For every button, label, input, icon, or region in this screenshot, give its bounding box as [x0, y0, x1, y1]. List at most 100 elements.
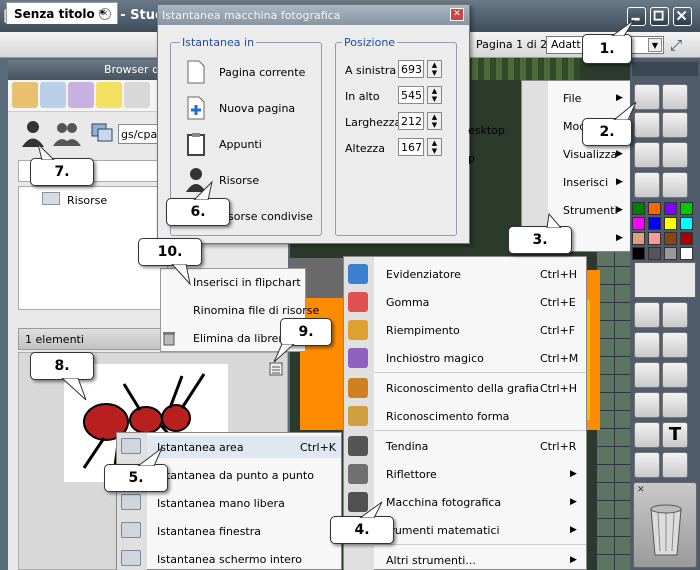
tools-menu-item[interactable]: trumenti matematici — [386, 524, 500, 537]
position-width-spinner[interactable]: ▲ ▼ — [427, 112, 442, 130]
tools-menu-item[interactable]: Macchina fotografica — [386, 496, 501, 509]
tools-menu-item[interactable]: Tendina — [386, 440, 428, 453]
move-tool-button[interactable] — [662, 302, 688, 328]
clear-button[interactable] — [662, 112, 688, 138]
submenu-arrow-icon: ▶ — [570, 469, 577, 479]
camera-submenu-item[interactable]: Istantanea schermo intero — [157, 553, 302, 566]
undo-tool-button[interactable] — [662, 452, 688, 478]
menu-item-file[interactable]: File — [563, 92, 581, 105]
pen-width-picker[interactable] — [634, 262, 696, 298]
select-tool-button[interactable] — [634, 302, 660, 328]
connector-tool-button[interactable] — [662, 392, 688, 418]
tools-menu-item[interactable]: Riflettore — [386, 468, 437, 481]
color-swatch[interactable] — [680, 202, 693, 215]
tools-menu-item[interactable]: Riconoscimento della grafia — [386, 382, 539, 395]
magic-ink-tool-button[interactable] — [662, 362, 688, 388]
spin-up-icon[interactable]: ▲ — [428, 139, 441, 147]
snapshot-target-shared-resources[interactable]: isorse condivise — [225, 210, 313, 223]
pen-tool-button[interactable] — [634, 332, 660, 358]
notes-browser-icon[interactable] — [68, 82, 94, 108]
position-left-spinner[interactable]: ▲ ▼ — [427, 60, 442, 78]
tools-menu-item[interactable]: Evidenziatore — [386, 268, 461, 281]
color-swatch[interactable] — [664, 202, 677, 215]
fullscreen-icon[interactable]: ⤢ — [670, 36, 690, 54]
color-swatch[interactable] — [648, 232, 661, 245]
previous-page-button[interactable] — [634, 142, 660, 168]
spin-up-icon[interactable]: ▲ — [428, 87, 441, 95]
spin-down-icon[interactable]: ▼ — [428, 69, 441, 77]
menu-item-insert-in-flipchart[interactable]: Inserisci in flipchart — [193, 276, 301, 289]
highlighter-tool-button[interactable] — [662, 332, 688, 358]
position-top-input[interactable]: 545 — [398, 86, 424, 104]
menu-item-strumenti[interactable]: Strumenti — [563, 204, 618, 217]
shape-tool-button[interactable] — [634, 392, 660, 418]
color-swatch[interactable] — [648, 247, 661, 260]
properties-browser-icon[interactable] — [124, 82, 150, 108]
spin-down-icon[interactable]: ▼ — [428, 147, 441, 155]
fill-tool-button[interactable] — [634, 452, 660, 478]
dialog-close-icon[interactable]: ✕ — [450, 8, 464, 21]
tools-menu-item[interactable]: Riempimento — [386, 324, 460, 337]
position-top-spinner[interactable]: ▲ ▼ — [427, 86, 442, 104]
position-width-input[interactable]: 212 — [398, 112, 424, 130]
close-tab-icon[interactable]: ✕ — [99, 8, 111, 20]
spin-up-icon[interactable]: ▲ — [428, 61, 441, 69]
camera-submenu-item[interactable]: Istantanea da punto a punto — [157, 469, 314, 482]
tools-menu-item[interactable]: Riconoscimento forma — [386, 410, 509, 423]
spin-up-icon[interactable]: ▲ — [428, 113, 441, 121]
spin-down-icon[interactable]: ▼ — [428, 121, 441, 129]
submenu-arrow-icon: ▶ — [616, 205, 623, 215]
color-swatch[interactable] — [680, 247, 693, 260]
folder-view-icon[interactable] — [90, 120, 114, 144]
trash-bin-icon[interactable] — [648, 503, 684, 557]
tools-menu-item[interactable]: Gomma — [386, 296, 429, 309]
page-settings-button[interactable] — [662, 84, 688, 110]
resource-menu-icon[interactable] — [269, 362, 283, 376]
eraser-tool-button[interactable] — [634, 362, 660, 388]
next-page-button[interactable] — [662, 142, 688, 168]
camera-submenu-item[interactable]: Istantanea finestra — [157, 525, 261, 538]
play-button[interactable] — [634, 172, 660, 198]
color-swatch[interactable] — [632, 247, 645, 260]
color-swatch[interactable] — [664, 232, 677, 245]
close-window-button[interactable] — [673, 7, 692, 26]
color-swatch[interactable] — [648, 217, 661, 230]
color-swatch[interactable] — [632, 232, 645, 245]
camera-submenu-item[interactable]: Istantanea area — [157, 441, 244, 454]
callout-8-tail — [61, 378, 87, 400]
menu-item-inserisci[interactable]: Inserisci — [563, 176, 608, 189]
refresh-button[interactable] — [662, 172, 688, 198]
resource-browser-icon[interactable] — [12, 82, 38, 108]
color-swatch[interactable] — [648, 202, 661, 215]
position-height-spinner[interactable]: ▲ ▼ — [427, 138, 442, 156]
snapshot-target-resources[interactable]: Risorse — [219, 174, 259, 187]
position-height-input[interactable]: 167 — [398, 138, 424, 156]
spin-down-icon[interactable]: ▼ — [428, 95, 441, 103]
tree-item-risorse[interactable]: Risorse — [67, 194, 107, 207]
position-left-input[interactable]: 693 — [398, 60, 424, 78]
color-swatch[interactable] — [680, 232, 693, 245]
menu-item-visualizza[interactable]: Visualizza — [563, 148, 617, 161]
menu-item-rename-resource[interactable]: Rinomina file di risorse — [193, 304, 319, 317]
snapshot-target-clipboard[interactable]: Appunti — [219, 138, 262, 151]
document-tab[interactable]: Senza titolo * ✕ — [6, 2, 118, 24]
color-swatch[interactable] — [680, 217, 693, 230]
color-swatch[interactable] — [664, 217, 677, 230]
chevron-down-icon[interactable]: ▼ — [648, 38, 662, 52]
sticky-notes-icon[interactable] — [96, 82, 122, 108]
snapshot-target-new-page[interactable]: Nuova pagina — [219, 102, 295, 115]
tools-menu-item[interactable]: Inchiostro magico — [386, 352, 484, 365]
text-tool-button[interactable]: T — [662, 422, 688, 448]
menu-item-delete-resource[interactable]: Elimina da librer — [193, 332, 283, 345]
color-swatch[interactable] — [664, 247, 677, 260]
page-browser-icon[interactable] — [40, 82, 66, 108]
snapshot-target-current-page[interactable]: Pagina corrente — [219, 66, 305, 79]
trash-close-icon[interactable]: ✕ — [637, 485, 645, 495]
color-swatch[interactable] — [632, 202, 645, 215]
camera-submenu-item[interactable]: Istantanea mano libera — [157, 497, 285, 510]
maximize-button[interactable] — [650, 7, 669, 26]
tools-menu-item[interactable]: Altri strumenti... — [386, 554, 476, 567]
callout-1: 1. — [582, 34, 632, 64]
color-swatch[interactable] — [632, 217, 645, 230]
camera-tool-button[interactable] — [634, 422, 660, 448]
